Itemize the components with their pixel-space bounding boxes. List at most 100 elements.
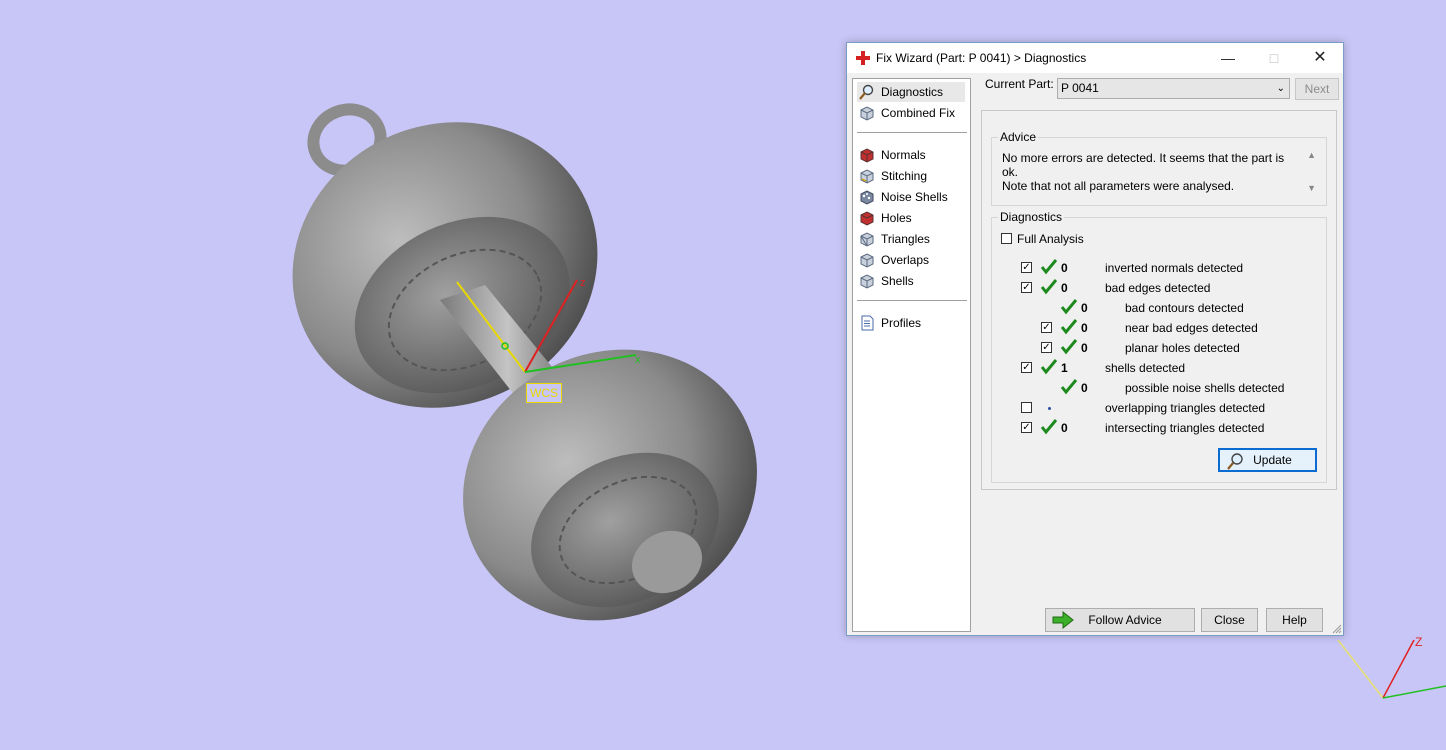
axis-x-label: x — [635, 354, 641, 366]
triangles-cube-icon — [860, 232, 874, 247]
close-button[interactable]: Close — [1201, 608, 1258, 632]
row-label: intersecting triangles detected — [1105, 421, 1265, 435]
row-count: 0 — [1061, 421, 1068, 435]
row-label: overlapping triangles detected — [1105, 401, 1266, 415]
pending-dot-icon — [1048, 407, 1051, 410]
overlaps-cube-icon — [860, 253, 874, 268]
shells-cube-icon — [860, 274, 874, 289]
row-checkbox[interactable]: ✓ — [1041, 342, 1052, 353]
nav-label: Stitching — [881, 169, 928, 183]
nav-label: Overlaps — [881, 253, 930, 267]
nav-divider — [857, 132, 967, 133]
green-arrow-icon — [1052, 611, 1074, 629]
nav-label: Shells — [881, 274, 914, 288]
row-count: 0 — [1081, 341, 1088, 355]
green-check-icon — [1060, 319, 1078, 335]
scroll-down-icon[interactable]: ▼ — [1307, 183, 1316, 193]
document-icon — [861, 315, 874, 331]
advice-group: Advice No more errors are detected. It s… — [991, 130, 1327, 206]
advice-title: Advice — [998, 130, 1039, 144]
update-label: Update — [1253, 453, 1292, 467]
row-count: 0 — [1081, 321, 1088, 335]
nav-divider — [857, 300, 967, 301]
full-analysis-label: Full Analysis — [1017, 232, 1084, 246]
nav-item-noise-shells[interactable]: Noise Shells — [857, 187, 965, 207]
row-checkbox[interactable]: ✓ — [1021, 282, 1032, 293]
row-checkbox[interactable]: ✓ — [1021, 262, 1032, 273]
holes-cube-icon — [860, 211, 874, 226]
diagnostics-panel: Advice No more errors are detected. It s… — [981, 110, 1337, 490]
nav-item-overlaps[interactable]: Overlaps — [857, 250, 965, 270]
row-label: bad contours detected — [1125, 301, 1244, 315]
update-button[interactable]: Update — [1218, 448, 1317, 472]
green-check-icon — [1040, 359, 1058, 375]
advice-line-2: Note that not all parameters were analys… — [1002, 179, 1235, 193]
nav-item-combined-fix[interactable]: Combined Fix — [857, 103, 965, 123]
nav-label: Triangles — [881, 232, 930, 246]
fix-wizard-dialog: Fix Wizard (Part: P 0041) > Diagnostics … — [846, 42, 1344, 636]
advice-text: No more errors are detected. It seems th… — [1002, 151, 1298, 193]
current-part-value: P 0041 — [1061, 81, 1099, 95]
nav-label: Combined Fix — [881, 106, 956, 120]
nav-label: Normals — [881, 148, 926, 162]
row-count: 1 — [1061, 361, 1068, 375]
current-part-label: Current Part: — [985, 77, 1054, 91]
next-button[interactable]: Next — [1295, 78, 1339, 100]
nav-item-stitching[interactable]: Stitching — [857, 166, 965, 186]
row-label: bad edges detected — [1105, 281, 1211, 295]
diagnostics-title: Diagnostics — [998, 210, 1065, 224]
nav-item-triangles[interactable]: Triangles — [857, 229, 965, 249]
nav-item-holes[interactable]: Holes — [857, 208, 965, 228]
row-checkbox[interactable]: ✓ — [1021, 362, 1032, 373]
row-count: 0 — [1081, 381, 1088, 395]
nav-item-shells[interactable]: Shells — [857, 271, 965, 291]
diagnostics-group: Diagnostics Full Analysis ✓ 0 inverted n… — [991, 210, 1327, 483]
row-label: planar holes detected — [1125, 341, 1240, 355]
axis-z-label: z — [580, 277, 586, 289]
row-count: 0 — [1081, 301, 1088, 315]
row-checkbox[interactable]: ✓ — [1021, 422, 1032, 433]
green-check-icon — [1040, 419, 1058, 435]
dialog-title: Fix Wizard (Part: P 0041) > Diagnostics — [876, 51, 1087, 65]
row-label: inverted normals detected — [1105, 261, 1244, 275]
wizard-nav: Diagnostics Combined Fix Normals Stitchi… — [852, 78, 971, 632]
nav-label: Profiles — [881, 316, 922, 330]
nav-label: Holes — [881, 211, 912, 225]
wcs-label: WCS — [526, 383, 562, 403]
resize-grip-icon[interactable] — [1332, 624, 1342, 634]
row-label: near bad edges detected — [1125, 321, 1258, 335]
magnifier-icon — [859, 84, 874, 100]
row-checkbox[interactable] — [1021, 402, 1032, 413]
scroll-up-icon[interactable]: ▲ — [1307, 150, 1316, 160]
row-label: possible noise shells detected — [1125, 381, 1285, 395]
advice-line-1: No more errors are detected. It seems th… — [1002, 151, 1285, 179]
row-count: 0 — [1061, 261, 1068, 275]
nav-item-profiles[interactable]: Profiles — [857, 313, 965, 333]
magnifier-icon — [1227, 453, 1243, 470]
nav-item-diagnostics[interactable]: Diagnostics — [857, 82, 965, 102]
row-count: 0 — [1061, 281, 1068, 295]
stitching-cube-icon — [860, 169, 874, 184]
close-window-button[interactable]: ✕ — [1297, 43, 1343, 73]
corner-axis-z-label: Z — [1415, 635, 1422, 649]
green-check-icon — [1060, 339, 1078, 355]
minimize-button[interactable]: — — [1205, 43, 1251, 73]
follow-advice-label: Follow Advice — [1088, 613, 1162, 627]
red-cross-icon — [856, 51, 870, 65]
noise-shells-icon — [860, 190, 874, 205]
full-analysis-checkbox[interactable] — [1001, 233, 1012, 244]
dialog-titlebar[interactable]: Fix Wizard (Part: P 0041) > Diagnostics … — [847, 43, 1343, 73]
row-checkbox[interactable]: ✓ — [1041, 322, 1052, 333]
green-check-icon — [1060, 379, 1078, 395]
help-button[interactable]: Help — [1266, 608, 1323, 632]
nav-item-normals[interactable]: Normals — [857, 145, 965, 165]
green-check-icon — [1060, 299, 1078, 315]
follow-advice-button[interactable]: Follow Advice — [1045, 608, 1195, 632]
nav-label: Noise Shells — [881, 190, 948, 204]
normals-cube-icon — [860, 148, 874, 163]
green-check-icon — [1040, 279, 1058, 295]
current-part-select[interactable]: P 0041 ⌄ — [1057, 78, 1290, 99]
cube-icon — [860, 106, 874, 121]
maximize-button[interactable]: □ — [1251, 43, 1297, 73]
chevron-down-icon: ⌄ — [1276, 83, 1285, 94]
